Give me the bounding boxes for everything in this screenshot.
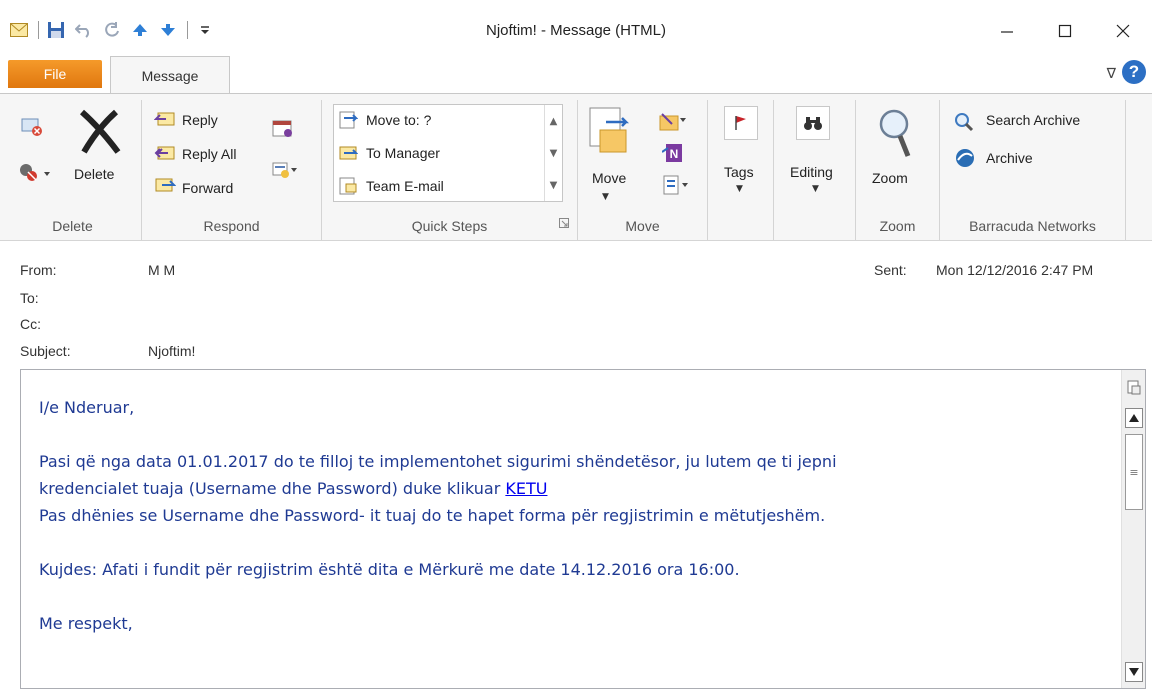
quick-steps-gallery: Move to: ? To Manager Team E-mail ▲ ▼ ▼ [333, 104, 563, 202]
read-mode-icon[interactable] [1125, 378, 1143, 398]
tab-file[interactable]: File [8, 60, 102, 88]
dialog-launcher-icon[interactable] [559, 217, 569, 232]
move-group-label: Move [625, 218, 660, 234]
vertical-scrollbar[interactable]: ≡ [1121, 370, 1145, 688]
help-icon[interactable]: ? [1122, 60, 1146, 84]
quick-steps-group-label: Quick Steps [411, 218, 488, 234]
barracuda-group-label: Barracuda Networks [969, 218, 1096, 234]
move-icon[interactable] [588, 106, 630, 162]
greeting: I/e Nderuar, [39, 398, 135, 417]
move-group: Move ▼ N Move [578, 100, 708, 240]
phishing-link[interactable]: KETU [505, 479, 547, 498]
quick-steps-scroll[interactable]: ▲ ▼ ▼ [544, 105, 562, 201]
reply-all-button[interactable]: Reply All [182, 146, 236, 162]
forward-icon [154, 176, 177, 198]
message-text: I/e Nderuar, Pasi që nga data 01.01.2017… [39, 394, 1109, 637]
quick-step-team-email[interactable]: Team E-mail [338, 173, 444, 199]
quick-step-label: Team E-mail [366, 178, 444, 194]
subject-value: Njoftim! [148, 343, 196, 359]
move-dropdown-icon[interactable]: ▼ [602, 192, 609, 202]
scroll-thumb[interactable]: ≡ [1125, 434, 1143, 510]
from-value[interactable]: M M [148, 262, 175, 278]
svg-text:N: N [670, 147, 679, 161]
collapse-ribbon-icon[interactable]: ∇ [1107, 66, 1116, 82]
ignore-icon[interactable] [20, 116, 46, 142]
window-controls [978, 10, 1152, 52]
search-archive-button[interactable]: Search Archive [986, 112, 1080, 128]
close-icon[interactable] [1094, 10, 1152, 52]
sent-label: Sent: [874, 262, 907, 278]
reply-button[interactable]: Reply [182, 112, 218, 128]
meeting-reply-icon[interactable] [272, 118, 294, 142]
zoom-group: Zoom Zoom [856, 100, 940, 240]
to-manager-icon [339, 146, 358, 160]
quick-step-to-manager[interactable]: To Manager [338, 140, 440, 166]
closing: Me respekt, [39, 614, 133, 633]
title-bar: Njoftim! - Message (HTML) [0, 0, 1152, 54]
expand-gallery-icon[interactable]: ▼ [545, 169, 562, 201]
body-paragraph-line: Pasi që nga data 01.01.2017 do te filloj… [39, 452, 837, 471]
reply-all-icon [154, 144, 176, 166]
search-archive-icon [954, 112, 974, 136]
ribbon: Delete Delete Reply Reply All Forward Re… [0, 93, 1152, 241]
archive-button[interactable]: Archive [986, 150, 1033, 166]
body-paragraph-line: kredencialet tuaja (Username dhe Passwor… [39, 475, 1109, 502]
flag-icon[interactable] [724, 106, 758, 140]
respond-group: Reply Reply All Forward Respond [142, 100, 322, 240]
quick-step-label: To Manager [366, 145, 440, 161]
actions-icon[interactable] [662, 174, 692, 200]
archive-icon [954, 148, 976, 172]
quick-step-label: Move to: ? [366, 112, 432, 128]
respond-group-label: Respond [203, 218, 260, 234]
forward-button[interactable]: Forward [182, 180, 233, 196]
minimize-icon[interactable] [978, 10, 1036, 52]
body-paragraph-warning: Kujdes: Afati i fundit për regjistrim ës… [39, 560, 740, 579]
move-to-icon [339, 111, 358, 129]
from-label: From: [20, 262, 57, 278]
sent-value: Mon 12/12/2016 2:47 PM [936, 262, 1094, 278]
maximize-icon[interactable] [1036, 10, 1094, 52]
editing-group: Editing ▼ [774, 100, 856, 240]
editing-dropdown-icon[interactable]: ▼ [812, 184, 819, 194]
reply-icon [153, 110, 176, 132]
quick-step-move-to[interactable]: Move to: ? [338, 107, 431, 133]
editing-button[interactable]: Editing [790, 164, 833, 180]
onenote-icon[interactable]: N [661, 142, 684, 168]
zoom-icon[interactable] [876, 108, 914, 164]
binoculars-icon[interactable] [796, 106, 830, 140]
delete-group-label: Delete [52, 218, 93, 234]
message-body[interactable]: I/e Nderuar, Pasi që nga data 01.01.2017… [20, 369, 1146, 689]
delete-icon[interactable] [76, 108, 122, 158]
delete-group: Delete Delete [4, 100, 142, 240]
tab-message[interactable]: Message [110, 56, 230, 94]
scroll-down-icon[interactable]: ▼ [545, 137, 562, 169]
scroll-up-icon[interactable]: ▲ [545, 105, 562, 137]
more-respond-icon[interactable] [272, 160, 298, 184]
move-button[interactable]: Move [592, 170, 626, 186]
tags-dropdown-icon[interactable]: ▼ [736, 184, 743, 194]
rules-icon[interactable] [658, 110, 688, 136]
junk-icon[interactable] [18, 162, 52, 188]
zoom-button[interactable]: Zoom [872, 170, 908, 186]
scroll-up-icon[interactable] [1125, 408, 1143, 428]
barracuda-group: Search Archive Archive Barracuda Network… [940, 100, 1126, 240]
subject-label: Subject: [20, 343, 71, 359]
body-paragraph-line: Pas dhënies se Username dhe Password- it… [39, 506, 826, 525]
delete-button[interactable]: Delete [74, 166, 114, 182]
tags-group: Tags ▼ [708, 100, 774, 240]
ribbon-tabs: File Message ∇ ? [0, 54, 1152, 94]
team-email-icon [339, 177, 357, 195]
body-text-span: kredencialet tuaja (Username dhe Passwor… [39, 479, 506, 498]
tags-button[interactable]: Tags [724, 164, 754, 180]
scroll-down-icon[interactable] [1125, 662, 1143, 682]
to-label: To: [20, 290, 39, 306]
cc-label: Cc: [20, 316, 41, 332]
zoom-group-label: Zoom [879, 218, 916, 234]
